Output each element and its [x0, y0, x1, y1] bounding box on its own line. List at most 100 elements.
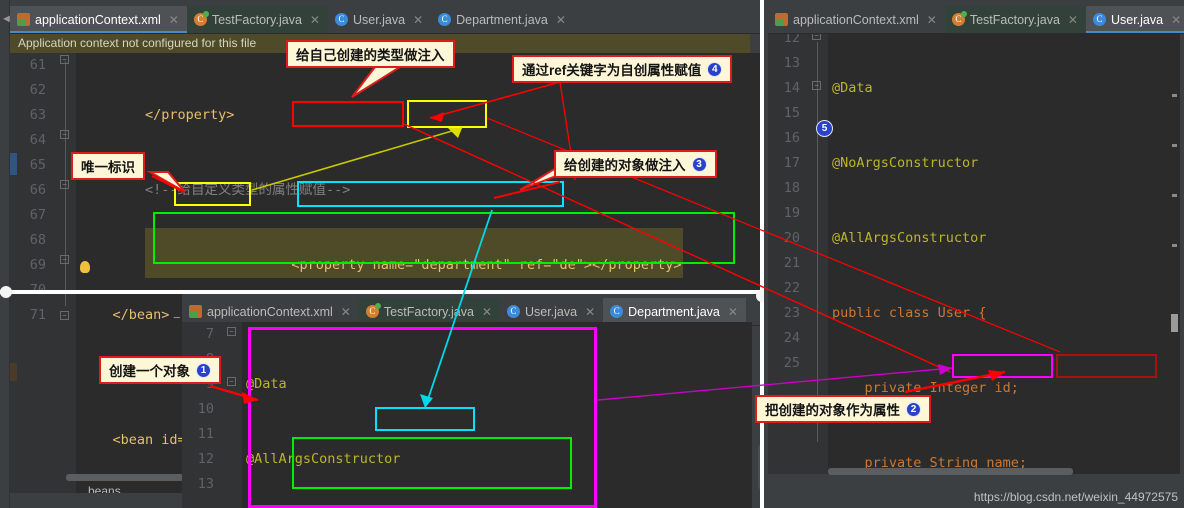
callout-inject-created-object: 给创建的对象做注入 3	[554, 150, 717, 178]
line-number: 19	[783, 205, 800, 221]
tab-applicationcontext-xml[interactable]: applicationContext.xml ✕	[182, 298, 359, 325]
close-icon[interactable]: ✕	[341, 305, 351, 319]
gutter-selection-marker-2	[10, 363, 17, 381]
tab-label: User.java	[352, 12, 406, 27]
bottom-fold-gutter[interactable]: − −	[222, 322, 242, 508]
left-horizontal-scrollbar[interactable]	[66, 474, 184, 481]
error-stripe-mark[interactable]	[1171, 314, 1178, 332]
right-horizontal-scrollbar[interactable]	[828, 468, 1073, 475]
line-number: 22	[783, 280, 800, 296]
bottom-pane-collapse-icon[interactable]: −	[173, 310, 181, 325]
step-badge: 4	[707, 61, 723, 77]
java-class-run-icon	[951, 11, 967, 26]
callout-object-as-property: 把创建的对象作为属性 2	[755, 395, 931, 423]
tab-user-java[interactable]: User.java ✕	[1085, 6, 1184, 33]
line-number: 68	[29, 232, 46, 248]
code-line: @AllArgsConstructor	[832, 230, 987, 246]
collapse-arrow-icon[interactable]: ◄	[1, 14, 12, 25]
close-icon[interactable]: ✕	[585, 305, 595, 319]
code-line: </property>	[80, 107, 235, 123]
left-editor-tabbar[interactable]: applicationContext.xml ✕ TestFactory.jav…	[10, 6, 760, 34]
error-stripe-mark[interactable]	[1172, 144, 1177, 147]
tab-department-java[interactable]: Department.java ✕	[603, 298, 746, 325]
close-icon[interactable]: ✕	[927, 13, 937, 27]
tab-label: TestFactory.java	[211, 12, 302, 27]
bottom-source-text[interactable]: @Data @AllArgsConstructor @NoArgsConstru…	[246, 322, 746, 508]
line-number: 20	[783, 230, 800, 246]
error-stripe-mark[interactable]	[1172, 244, 1177, 247]
fold-collapse-icon[interactable]: −	[227, 327, 236, 336]
line-number: 21	[783, 255, 800, 271]
code-line: @Data	[832, 80, 873, 96]
fold-gutter[interactable]: − − − − −	[54, 53, 90, 493]
tab-applicationcontext-xml[interactable]: applicationContext.xml ✕	[768, 6, 945, 33]
code-line: public class User {	[832, 305, 987, 321]
fold-collapse-icon[interactable]: −	[812, 34, 821, 40]
tab-testfactory-java[interactable]: TestFactory.java ✕	[944, 6, 1086, 33]
xml-file-icon	[17, 13, 30, 26]
tab-label: TestFactory.java	[383, 304, 474, 319]
close-icon[interactable]: ✕	[413, 13, 423, 27]
tab-user-java[interactable]: User.java ✕	[500, 298, 603, 325]
xml-file-icon	[189, 305, 202, 318]
left-pane-bottom-bg	[10, 493, 182, 508]
line-number: 69	[29, 257, 46, 273]
callout-text: 通过ref关键字为自创属性赋值	[522, 63, 702, 78]
tab-testfactory-java[interactable]: TestFactory.java ✕	[186, 6, 328, 33]
close-icon[interactable]: ✕	[310, 13, 320, 27]
line-number: 7	[205, 326, 214, 342]
fold-collapse-icon[interactable]: −	[227, 377, 236, 386]
callout-ref-keyword: 通过ref关键字为自创属性赋值 4	[512, 55, 733, 83]
error-stripe-mark[interactable]	[1172, 194, 1177, 197]
line-number: 11	[197, 426, 214, 442]
xml-file-icon	[775, 13, 788, 26]
callout-text: 创建一个对象	[109, 364, 190, 379]
line-number: 71	[29, 307, 46, 323]
code-line: @Data	[246, 376, 287, 392]
tab-label: User.java	[524, 304, 578, 319]
code-line: @AllArgsConstructor	[246, 451, 401, 467]
close-icon[interactable]: ✕	[556, 13, 566, 27]
step-badge-5: 5	[816, 120, 833, 137]
bottom-code-area[interactable]: 7 8 9 10 11 12 13 − − @Data @AllArgsCons…	[182, 322, 752, 508]
bottom-gutter: 7 8 9 10 11 12 13	[182, 322, 222, 508]
line-number: 64	[29, 132, 46, 148]
tab-label: applicationContext.xml	[793, 12, 919, 27]
error-stripe-mark[interactable]	[1172, 94, 1177, 97]
watermark-url: https://blog.csdn.net/weixin_44972575	[973, 490, 1178, 504]
step-badge: 2	[906, 401, 921, 417]
line-number: 61	[29, 57, 46, 73]
fold-collapse-icon[interactable]: −	[60, 255, 69, 264]
tab-user-java[interactable]: User.java ✕	[328, 6, 431, 33]
fold-collapse-icon[interactable]: −	[60, 180, 69, 189]
gutter-selection-marker	[10, 153, 17, 175]
code-line: <property name="department" ref="de"></p…	[145, 228, 684, 278]
tab-department-java[interactable]: Department.java ✕	[431, 6, 574, 33]
code-line: <!--给自定义类型的属性赋值-->	[80, 182, 351, 198]
close-icon[interactable]: ✕	[1171, 13, 1181, 27]
close-icon[interactable]: ✕	[169, 13, 179, 27]
right-editor-pane: applicationContext.xml ✕ TestFactory.jav…	[764, 0, 1184, 508]
fold-collapse-icon[interactable]: −	[60, 55, 69, 64]
tab-label: TestFactory.java	[969, 12, 1060, 27]
callout-text: 给创建的对象做注入	[564, 158, 686, 173]
line-number: 25	[783, 355, 800, 371]
line-number: 17	[783, 155, 800, 171]
fold-collapse-icon[interactable]: −	[60, 311, 69, 320]
java-class-icon	[610, 305, 624, 318]
fold-collapse-icon[interactable]: −	[60, 130, 69, 139]
line-number: 12	[783, 34, 800, 46]
tab-applicationcontext-xml[interactable]: applicationContext.xml ✕	[10, 6, 187, 33]
bottom-editor-pane: − applicationContext.xml ✕ TestFactory.j…	[173, 294, 766, 508]
tab-testfactory-java[interactable]: TestFactory.java ✕	[358, 298, 500, 325]
close-icon[interactable]: ✕	[1068, 13, 1078, 27]
close-icon[interactable]: ✕	[482, 305, 492, 319]
line-number: 14	[783, 80, 800, 96]
line-number: 16	[783, 130, 800, 146]
java-class-icon	[1092, 13, 1106, 26]
splitter-handle-icon[interactable]	[0, 286, 12, 298]
close-icon[interactable]: ✕	[728, 305, 738, 319]
line-number: 18	[783, 180, 800, 196]
right-editor-tabbar[interactable]: applicationContext.xml ✕ TestFactory.jav…	[768, 6, 1184, 34]
fold-collapse-icon[interactable]: −	[812, 81, 821, 90]
